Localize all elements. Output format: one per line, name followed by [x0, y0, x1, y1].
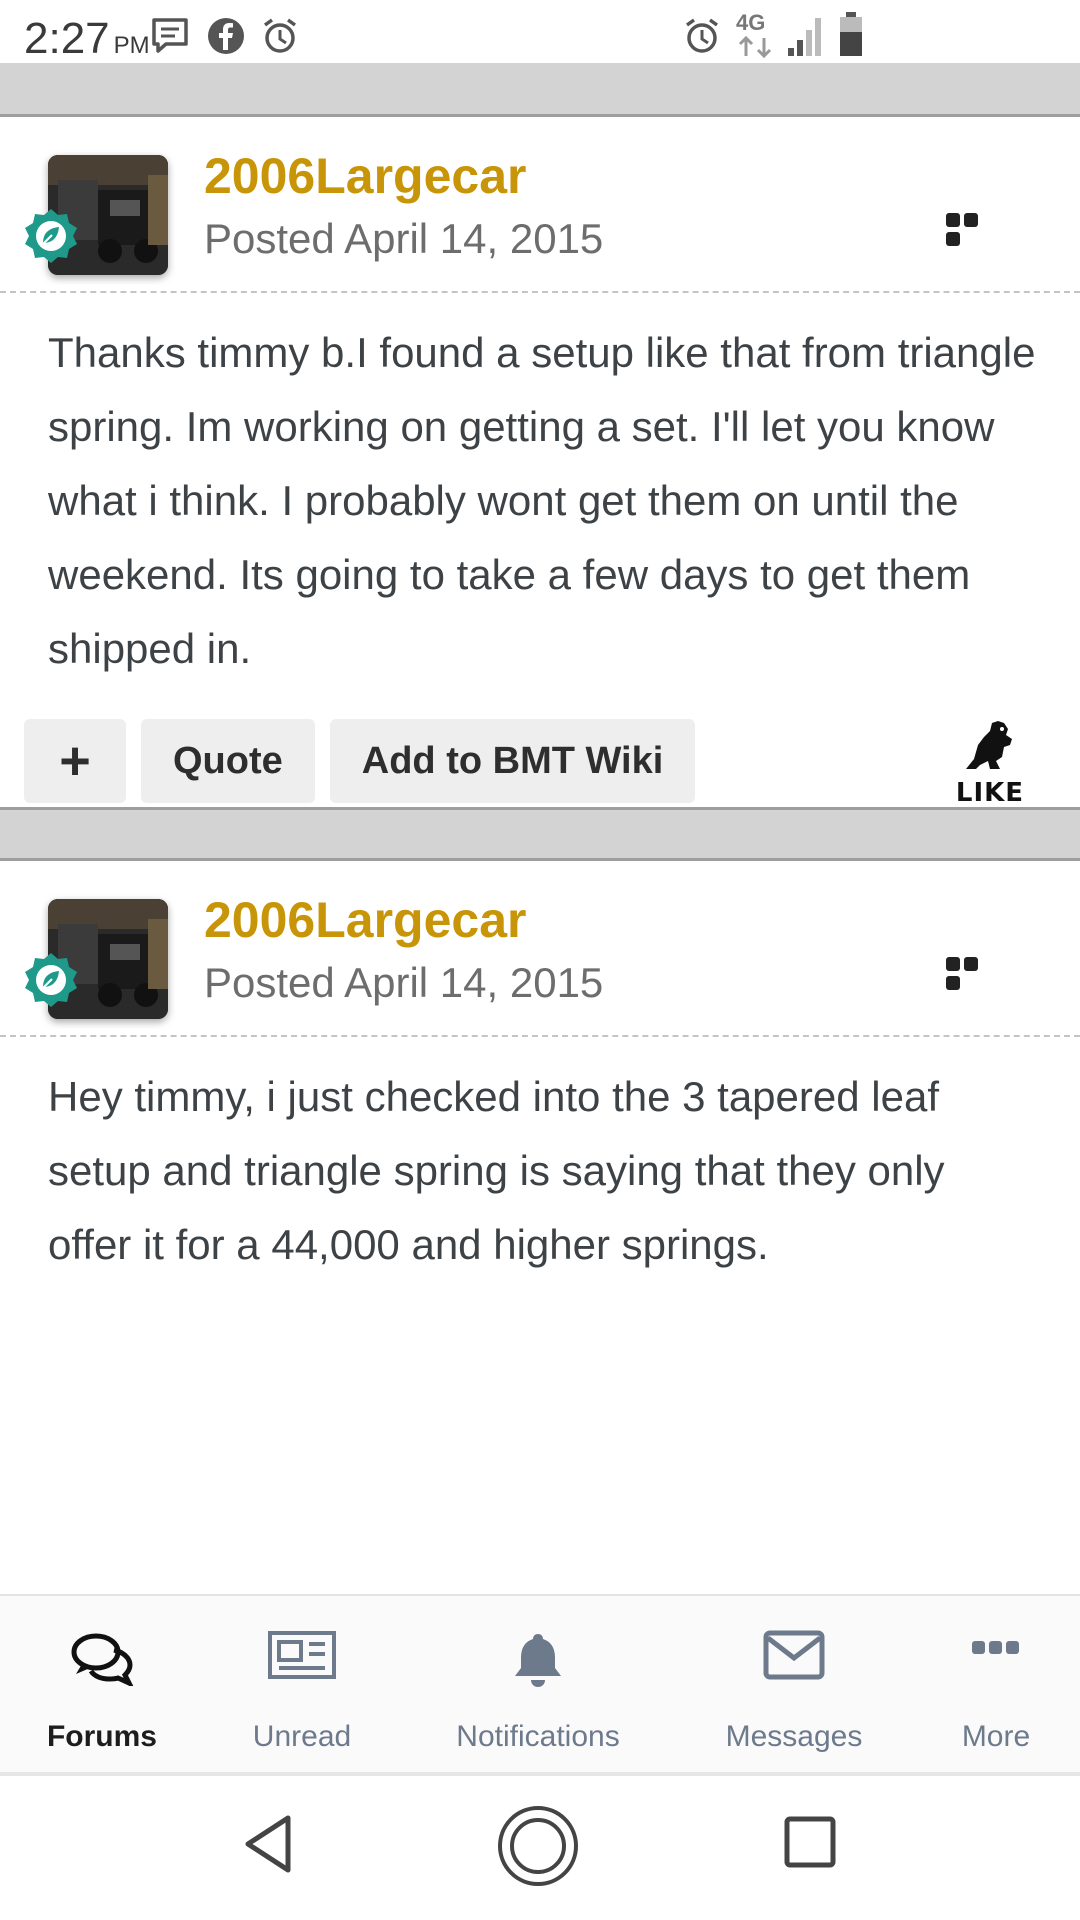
home-icon[interactable]	[496, 1804, 580, 1888]
newspaper-icon	[268, 1631, 336, 1679]
like-button[interactable]: LIKE	[950, 717, 1030, 808]
bottom-nav: Forums Unread Notifications Messages Mor…	[0, 1594, 1080, 1772]
post-body: Hey timmy, i just checked into the 3 tap…	[48, 1073, 945, 1268]
nav-label: Notifications	[456, 1720, 620, 1753]
nav-messages[interactable]: Messages	[676, 1596, 912, 1774]
battery-icon	[840, 12, 862, 56]
author-name[interactable]: 2006Largecar	[204, 891, 526, 949]
like-label: LIKE	[955, 778, 1025, 808]
signal-icon	[788, 18, 821, 56]
bell-icon	[515, 1634, 561, 1687]
post-card: 2006Largecar Posted April 14, 2015 Hey t…	[0, 861, 1080, 1594]
post-actions: + Quote Add to BMT Wiki	[24, 719, 696, 803]
status-time: 2:27 PM	[24, 14, 150, 64]
nav-label: Forums	[46, 1720, 157, 1753]
forums-icon	[71, 1633, 134, 1686]
more-icon	[972, 1641, 1019, 1654]
nav-label: Unread	[252, 1720, 352, 1753]
rank-badge-icon	[25, 953, 77, 1007]
time-text: 2:27	[24, 14, 110, 63]
nav-unread[interactable]: Unread	[204, 1596, 400, 1774]
header-divider	[0, 291, 1080, 293]
bulldog-icon	[966, 721, 1012, 769]
ampm-text: PM	[113, 32, 150, 59]
header-divider	[0, 1035, 1080, 1037]
network-4g-icon: 4G	[736, 10, 782, 60]
post-options-icon[interactable]	[946, 957, 998, 990]
nav-more[interactable]: More	[912, 1596, 1080, 1774]
nav-notifications[interactable]: Notifications	[400, 1596, 676, 1774]
nav-label: More	[961, 1720, 1031, 1753]
envelope-icon	[763, 1630, 825, 1680]
post-separator	[0, 807, 1080, 861]
post-card: 2006Largecar Posted April 14, 2015 Thank…	[0, 117, 1080, 808]
nav-forums[interactable]: Forums	[0, 1596, 204, 1774]
post-date: Posted April 14, 2015	[204, 959, 604, 1006]
nav-label: Messages	[725, 1720, 863, 1753]
facebook-icon	[208, 18, 244, 54]
network-label: 4G	[736, 10, 766, 35]
rank-badge-icon	[25, 209, 77, 263]
recents-icon[interactable]	[784, 1816, 836, 1868]
message-icon	[152, 18, 188, 53]
alarm-icon	[263, 18, 297, 53]
add-to-wiki-button[interactable]: Add to BMT Wiki	[329, 719, 696, 803]
alarm-icon	[685, 18, 719, 53]
author-name[interactable]: 2006Largecar	[204, 147, 526, 205]
system-nav-bar	[0, 1772, 1080, 1920]
back-icon[interactable]	[240, 1812, 296, 1876]
post-separator	[0, 63, 1080, 117]
post-date: Posted April 14, 2015	[204, 215, 604, 262]
plus-button[interactable]: +	[24, 719, 126, 803]
quote-button[interactable]: Quote	[141, 719, 315, 803]
post-body: Thanks timmy b.I found a setup like that…	[48, 329, 1036, 672]
post-options-icon[interactable]	[946, 213, 998, 246]
